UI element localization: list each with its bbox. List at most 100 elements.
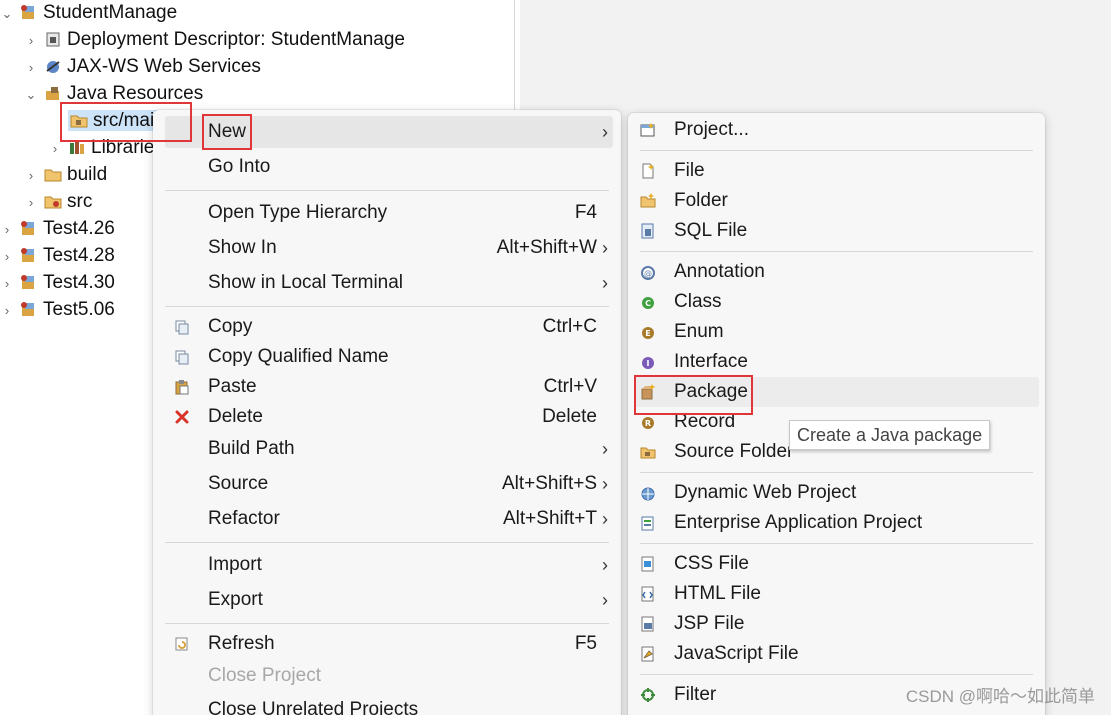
menu-item-refresh[interactable]: Refresh F5	[165, 628, 613, 660]
enum-icon: E	[642, 327, 654, 339]
submenu-item-enterprise-application-project[interactable]: Enterprise Application Project	[634, 508, 1039, 538]
submenu-item-file[interactable]: File	[634, 156, 1039, 186]
tree-item-label: Librarie	[91, 137, 155, 158]
menu-separator	[165, 542, 609, 543]
menu-item-show-in[interactable]: Show In Alt+Shift+W ›	[165, 232, 613, 264]
submenu-item-label: Interface	[674, 351, 748, 372]
tree-item-label: Java Resources	[67, 83, 204, 104]
tree-item-deployment-descriptor[interactable]: › Deployment Descriptor: StudentManage	[24, 27, 405, 53]
submenu-item-html-file[interactable]: HTML File	[634, 579, 1039, 609]
menu-item-open-type-hierarchy[interactable]: Open Type Hierarchy F4	[165, 197, 613, 229]
menu-item-go-into[interactable]: Go Into	[165, 151, 613, 183]
interface-icon: I	[642, 357, 654, 369]
submenu-item-label: Folder	[674, 190, 728, 211]
expand-chevron-icon[interactable]: ›	[0, 298, 14, 324]
tree-item-studentmanage[interactable]: ⌄ StudentManage	[0, 0, 178, 27]
submenu-item-sql-file[interactable]: SQL File	[634, 216, 1039, 246]
submenu-item-label: JavaScript File	[674, 643, 799, 664]
expand-chevron-icon[interactable]: ›	[0, 244, 14, 270]
jsp-file-icon	[641, 616, 654, 632]
deployment-descriptor-icon	[46, 32, 60, 47]
libraries-icon	[70, 142, 84, 154]
menu-item-label: Export	[208, 589, 263, 610]
tree-item-test428[interactable]: › Test4.28	[0, 243, 115, 269]
submenu-item-label: HTML File	[674, 583, 761, 604]
expand-chevron-icon[interactable]: ⌄	[0, 1, 14, 27]
paste-icon	[175, 380, 189, 395]
submenu-item-folder[interactable]: Folder	[634, 186, 1039, 216]
tree-item-test506[interactable]: › Test5.06	[0, 297, 115, 323]
tooltip: Create a Java package	[789, 420, 991, 450]
submenu-item-enum[interactable]: E Enum	[634, 317, 1039, 347]
selected-tree-item[interactable]: src/mai	[68, 110, 159, 131]
menu-shortcut: Alt+Shift+S	[501, 473, 597, 494]
submenu-item-label: Package	[674, 381, 748, 402]
submenu-item-package[interactable]: Package	[634, 377, 1039, 407]
submenu-arrow-icon: ›	[602, 238, 608, 258]
tree-item-label: build	[67, 164, 108, 185]
expand-chevron-icon[interactable]: ›	[24, 163, 38, 189]
menu-item-close-project: Close Project	[165, 660, 613, 692]
menu-item-label: Refactor	[208, 508, 280, 529]
submenu-arrow-icon: ›	[602, 509, 608, 529]
watermark: CSDN @啊哈～如此简单	[905, 687, 1095, 706]
css-file-icon	[641, 556, 654, 572]
tree-item-java-resources[interactable]: ⌄ Java Resources	[24, 81, 204, 108]
tree-item-build[interactable]: › build	[24, 162, 107, 188]
expand-chevron-icon[interactable]: ›	[0, 217, 14, 243]
menu-separator	[165, 623, 609, 624]
tree-item-libraries[interactable]: › Librarie	[48, 135, 155, 162]
submenu-item-jsp-file[interactable]: JSP File	[634, 609, 1039, 639]
menu-item-show-in-local-terminal[interactable]: Show in Local Terminal ›	[165, 267, 613, 299]
tree-item-label: JAX-WS Web Services	[67, 56, 261, 77]
menu-item-copy[interactable]: Copy Ctrl+C	[165, 311, 613, 343]
tree-item-src-main[interactable]: src/mai	[48, 108, 159, 134]
submenu-item-project[interactable]: Project...	[634, 115, 1039, 145]
submenu-item-class[interactable]: C Class	[634, 287, 1039, 317]
package-icon	[641, 384, 655, 400]
menu-item-import[interactable]: Import ›	[165, 549, 613, 581]
menu-shortcut: F5	[574, 633, 597, 654]
project-icon	[21, 221, 34, 235]
eclipse-workspace: ⌄ StudentManage › Deployment Descriptor: S…	[0, 0, 1111, 715]
expand-chevron-icon[interactable]: ›	[24, 28, 38, 54]
menu-shortcut: Ctrl+V	[543, 376, 597, 397]
menu-item-new[interactable]: New ›	[165, 116, 613, 148]
expand-chevron-icon[interactable]: ›	[48, 136, 62, 162]
javascript-file-icon	[641, 646, 654, 662]
menu-item-copy-qualified-name[interactable]: Copy Qualified Name	[165, 341, 613, 373]
submenu-item-javascript-file[interactable]: JavaScript File	[634, 639, 1039, 669]
submenu-item-label: Dynamic Web Project	[674, 482, 857, 503]
tree-item-jaxws[interactable]: › JAX-WS Web Services	[24, 54, 261, 80]
refresh-icon	[175, 637, 188, 651]
tree-item-src[interactable]: › src	[24, 189, 93, 216]
tree-item-test430[interactable]: › Test4.30	[0, 270, 115, 296]
menu-item-delete[interactable]: Delete Delete	[165, 401, 613, 433]
submenu-item-dynamic-web-project[interactable]: Dynamic Web Project	[634, 478, 1039, 508]
tree-item-label: Deployment Descriptor: StudentManage	[67, 29, 405, 50]
menu-shortcut: Delete	[542, 406, 597, 427]
menu-item-close-unrelated-projects[interactable]: Close Unrelated Projects	[165, 694, 613, 715]
menu-item-export[interactable]: Export ›	[165, 584, 613, 616]
tree-item-label: Test4.28	[43, 245, 115, 266]
menu-item-refactor[interactable]: Refactor Alt+Shift+T ›	[165, 503, 613, 535]
filter-icon	[641, 688, 655, 702]
menu-item-label: Source	[208, 473, 269, 494]
menu-item-source[interactable]: Source Alt+Shift+S ›	[165, 468, 613, 500]
expand-chevron-icon[interactable]: ›	[0, 271, 14, 297]
menu-item-build-path[interactable]: Build Path ›	[165, 433, 613, 465]
menu-shortcut: Alt+Shift+W	[496, 237, 597, 258]
source-folder-icon	[70, 115, 88, 128]
tree-item-label: StudentManage	[43, 2, 178, 23]
submenu-arrow-icon: ›	[602, 474, 608, 494]
submenu-item-label: Source Folder	[674, 441, 794, 462]
expand-chevron-icon[interactable]: ⌄	[24, 82, 38, 108]
menu-item-paste[interactable]: Paste Ctrl+V	[165, 371, 613, 403]
submenu-item-interface[interactable]: I Interface	[634, 347, 1039, 377]
expand-chevron-icon[interactable]: ›	[24, 55, 38, 81]
expand-chevron-icon[interactable]: ›	[24, 190, 38, 216]
menu-item-label: Copy Qualified Name	[208, 346, 389, 367]
submenu-item-css-file[interactable]: CSS File	[634, 549, 1039, 579]
tree-item-test426[interactable]: › Test4.26	[0, 216, 115, 242]
submenu-item-annotation[interactable]: @ Annotation	[634, 257, 1039, 287]
